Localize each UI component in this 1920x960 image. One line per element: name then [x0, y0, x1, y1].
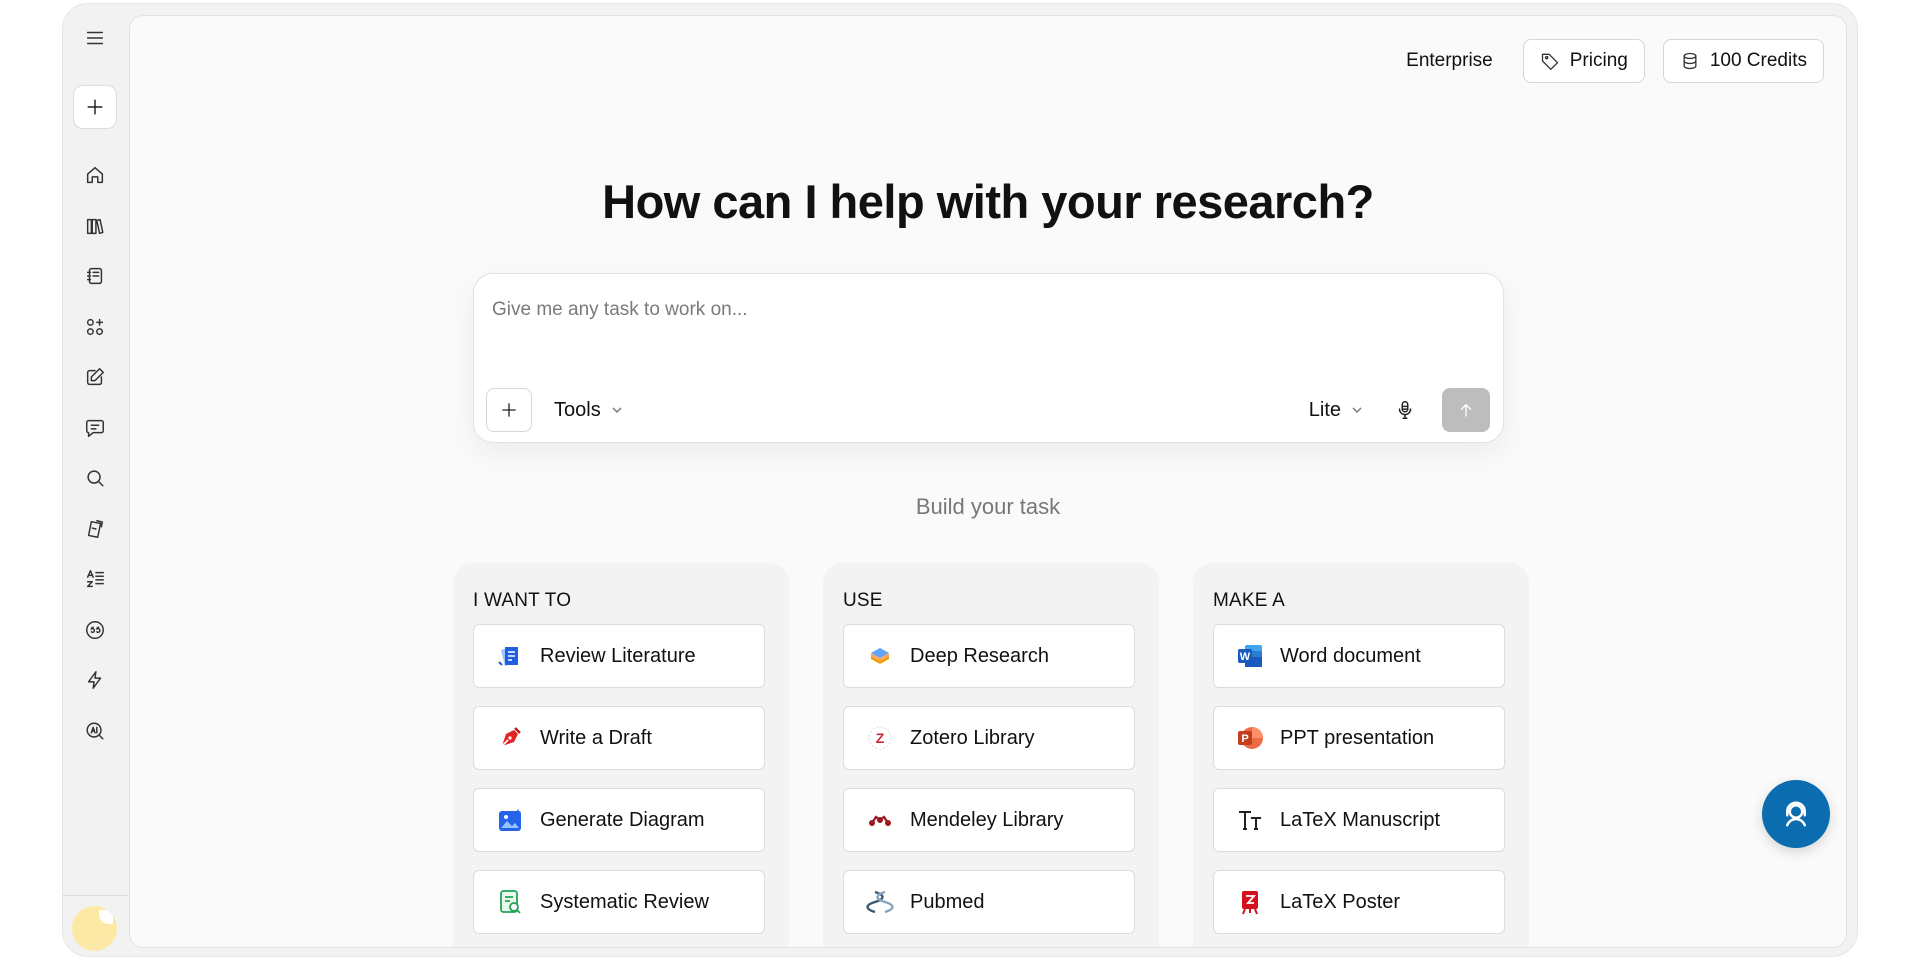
section-title: I WANT TO [473, 590, 572, 611]
option-mendeley-library[interactable]: Mendeley Library [843, 788, 1135, 852]
text-type-icon [1236, 806, 1264, 834]
option-label: Review Literature [540, 644, 696, 667]
send-button[interactable] [1442, 388, 1490, 432]
pubmed-icon [866, 888, 894, 916]
home-icon[interactable] [75, 155, 115, 195]
option-label: Mendeley Library [910, 808, 1064, 831]
option-latex-manuscript[interactable]: LaTeX Manuscript [1213, 788, 1505, 852]
option-zotero-library[interactable]: Z Zotero Library [843, 706, 1135, 770]
option-label: Zotero Library [910, 726, 1035, 749]
option-pubmed[interactable]: Pubmed [843, 870, 1135, 934]
translate-icon[interactable] [75, 559, 115, 599]
lightning-icon[interactable] [75, 660, 115, 700]
mode-label: Lite [1308, 398, 1341, 421]
option-label: LaTeX Poster [1280, 890, 1401, 913]
word-icon: W [1236, 642, 1264, 670]
database-icon [1683, 52, 1697, 70]
section-use: USE Deep Research Z Zotero Library Mende… [823, 563, 1159, 947]
credits-button[interactable]: 100 Credits [1662, 39, 1824, 83]
chat-icon[interactable] [75, 408, 115, 448]
option-systematic-review[interactable]: Systematic Review [473, 870, 765, 934]
option-label: LaTeX Manuscript [1280, 808, 1441, 831]
chevron-down-icon [612, 407, 622, 414]
attach-button[interactable] [486, 388, 532, 432]
edit-icon[interactable] [75, 357, 115, 397]
enterprise-link[interactable]: Enterprise [1394, 39, 1505, 83]
build-task-label: Build your task [915, 494, 1061, 519]
task-input[interactable] [492, 292, 1472, 328]
option-word-document[interactable]: W Word document [1213, 624, 1505, 688]
pricing-button[interactable]: Pricing [1522, 39, 1645, 83]
option-review-literature[interactable]: Review Literature [473, 624, 765, 688]
apps-icon[interactable] [75, 307, 115, 347]
option-label: Systematic Review [540, 890, 709, 913]
tag-icon [1541, 53, 1558, 71]
option-label: Deep Research [910, 644, 1049, 667]
tools-dropdown[interactable]: Tools [554, 388, 623, 432]
svg-text:W: W [1240, 651, 1251, 663]
option-label: Word document [1280, 644, 1421, 667]
pricing-label: Pricing [1569, 50, 1628, 71]
notebook-icon[interactable] [75, 256, 115, 296]
mode-dropdown[interactable]: Lite [1309, 388, 1363, 432]
section-title: MAKE A [1213, 590, 1285, 611]
plus-icon [87, 99, 103, 115]
prompt-box: Tools Lite [473, 273, 1504, 443]
document-search-icon [496, 888, 524, 916]
option-label: PPT presentation [1280, 726, 1435, 749]
image-sparkle-icon [496, 806, 524, 834]
option-latex-poster[interactable]: LaTeX Poster [1213, 870, 1505, 934]
cards-icon[interactable] [75, 509, 115, 549]
avatar[interactable] [72, 906, 117, 951]
option-label: Write a Draft [540, 726, 652, 749]
section-title: USE [843, 590, 883, 611]
zotero-icon: Z [866, 724, 894, 752]
credits-label: 100 Credits [1709, 50, 1807, 71]
section-make-a: MAKE A W Word document P PPT presentatio… [1193, 563, 1529, 947]
option-ppt-presentation[interactable]: P PPT presentation [1213, 706, 1505, 770]
ai-detector-icon[interactable] [75, 711, 115, 751]
page-title: How can I help with your research? [602, 175, 1374, 228]
mendeley-icon [866, 806, 894, 834]
option-label: Generate Diagram [540, 808, 705, 831]
arrow-up-icon [1460, 404, 1472, 417]
sidebar-divider [62, 895, 129, 896]
sidebar [62, 3, 129, 957]
svg-text:P: P [1241, 733, 1248, 745]
main-panel: Enterprise Pricing 100 Credits How can I… [129, 15, 1847, 948]
review-literature-icon [496, 642, 524, 670]
microphone-button[interactable] [1385, 388, 1425, 432]
new-task-button[interactable] [73, 85, 117, 129]
option-label: Pubmed [910, 890, 985, 913]
svg-text:Z: Z [876, 730, 885, 746]
support-chat-button[interactable] [1762, 780, 1830, 848]
microphone-icon [1398, 401, 1412, 419]
option-deep-research[interactable]: Deep Research [843, 624, 1135, 688]
menu-icon[interactable] [75, 18, 115, 58]
layers-icon [866, 642, 894, 670]
powerpoint-icon: P [1236, 724, 1264, 752]
option-write-a-draft[interactable]: Write a Draft [473, 706, 765, 770]
plus-icon [502, 403, 516, 417]
library-icon[interactable] [75, 206, 115, 246]
poster-icon [1236, 888, 1264, 916]
top-bar: Enterprise Pricing 100 Credits [1394, 39, 1824, 83]
search-icon[interactable] [75, 458, 115, 498]
chevron-down-icon [1352, 407, 1362, 414]
tools-label: Tools [554, 398, 601, 421]
option-generate-diagram[interactable]: Generate Diagram [473, 788, 765, 852]
pen-nib-icon [496, 724, 524, 752]
support-agent-icon [1786, 801, 1806, 827]
section-i-want-to: I WANT TO Review Literature Write a Draf… [453, 563, 789, 947]
citation-icon[interactable] [75, 610, 115, 650]
